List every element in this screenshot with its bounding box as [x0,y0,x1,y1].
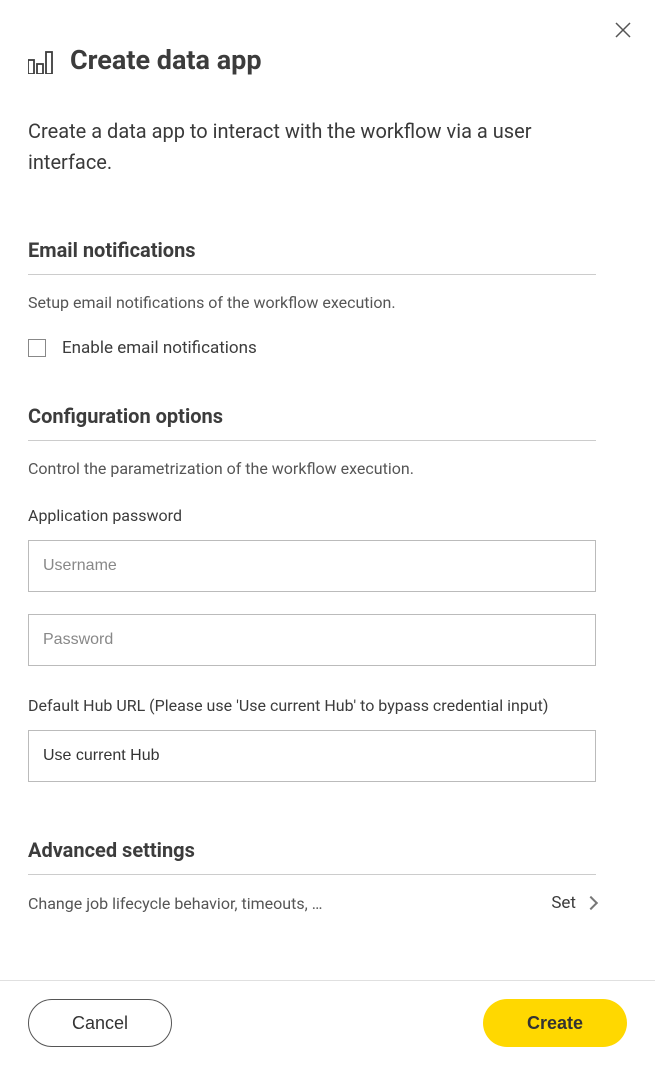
dialog-header: Create data app [28,0,627,116]
chevron-right-icon [584,896,598,910]
email-notifications-title: Email notifications [28,238,596,275]
dialog-description: Create a data app to interact with the w… [28,116,588,238]
hub-url-input[interactable] [28,730,596,782]
enable-email-checkbox[interactable] [28,339,46,357]
cancel-button[interactable]: Cancel [28,999,172,1047]
create-button[interactable]: Create [483,999,627,1047]
application-password-label: Application password [28,504,596,528]
password-input[interactable] [28,614,596,666]
bar-chart-icon [28,46,56,74]
dialog-scroll-area[interactable]: Create data app Create a data app to int… [0,0,655,980]
create-data-app-dialog: Create data app Create a data app to int… [0,0,655,1069]
advanced-settings-set-button[interactable]: Set [551,893,596,913]
dialog-title: Create data app [70,44,262,76]
hub-url-label: Default Hub URL (Please use 'Use current… [28,694,596,718]
email-notifications-subtitle: Setup email notifications of the workflo… [28,293,596,312]
email-notifications-section: Email notifications Setup email notifica… [28,238,596,358]
configuration-options-section: Configuration options Control the parame… [28,404,596,792]
configuration-options-title: Configuration options [28,404,596,441]
advanced-settings-section: Advanced settings Change job lifecycle b… [28,838,596,913]
advanced-settings-title: Advanced settings [28,838,596,875]
advanced-settings-set-label: Set [551,893,576,913]
username-input[interactable] [28,540,596,592]
advanced-settings-subtitle: Change job lifecycle behavior, timeouts,… [28,894,322,913]
dialog-footer: Cancel Create [0,980,655,1069]
configuration-options-subtitle: Control the parametrization of the workf… [28,459,596,478]
enable-email-label: Enable email notifications [62,338,257,358]
enable-email-checkbox-row: Enable email notifications [28,338,596,358]
